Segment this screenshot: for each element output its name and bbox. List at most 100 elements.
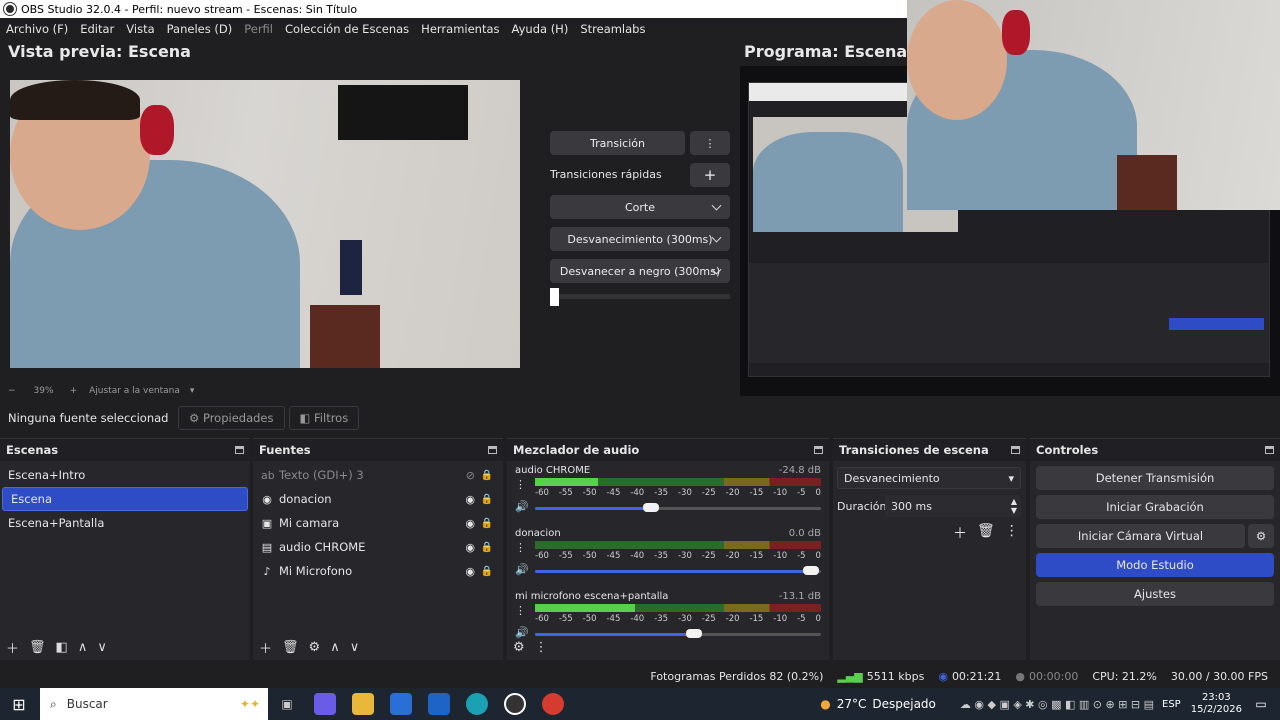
menu-archivo[interactable]: Archivo (F) xyxy=(0,22,74,36)
lock-icon[interactable]: 🔒 xyxy=(481,518,493,529)
scene-item-intro[interactable]: Escena+Intro xyxy=(0,463,250,487)
arrow-up-icon[interactable]: ∧ xyxy=(78,640,88,655)
volume-slider[interactable] xyxy=(535,503,821,512)
task-view-icon[interactable]: ▣ xyxy=(276,693,298,715)
store-icon[interactable] xyxy=(390,693,412,715)
gear-icon[interactable]: ⚙ xyxy=(513,640,525,655)
scale-label: -25 xyxy=(701,614,716,624)
volume-slider[interactable] xyxy=(535,566,821,575)
filters-button[interactable]: ◧ Filtros xyxy=(288,406,360,430)
duration-input[interactable]: 300 ms ▲ ▼ xyxy=(885,495,1021,517)
scene-item-escena[interactable]: Escena xyxy=(2,487,248,511)
trash-icon[interactable]: 🗑 xyxy=(977,523,995,543)
language[interactable]: ESP xyxy=(1162,699,1181,710)
menu-vista[interactable]: Vista xyxy=(120,22,160,36)
menu-ayuda[interactable]: Ayuda (H) xyxy=(506,22,575,36)
arrow-down-icon[interactable]: ∨ xyxy=(350,640,360,655)
more-options-icon[interactable]: ⋮ xyxy=(535,640,548,655)
source-item[interactable]: ▤ audio CHROME ◉ 🔒 xyxy=(253,535,503,559)
clock[interactable]: 23:03 15/2/2026 xyxy=(1191,692,1242,716)
menu-paneles[interactable]: Paneles (D) xyxy=(161,22,239,36)
more-options-icon[interactable]: ⋮ xyxy=(1005,523,1019,543)
eye-icon[interactable]: ◉ xyxy=(465,541,475,554)
undock-icon[interactable] xyxy=(488,446,497,454)
eye-icon[interactable]: ◉ xyxy=(465,565,475,578)
virtual-camera-button[interactable]: Iniciar Cámara Virtual xyxy=(1036,524,1245,548)
menu-streamlabs[interactable]: Streamlabs xyxy=(574,22,651,36)
outlook-icon[interactable] xyxy=(428,693,450,715)
menu-coleccion[interactable]: Colección de Escenas xyxy=(279,22,415,36)
menu-perfil[interactable]: Perfil xyxy=(238,22,279,36)
obs-taskbar-icon[interactable] xyxy=(504,693,526,715)
volume-knob[interactable] xyxy=(803,566,820,575)
more-options-icon[interactable]: ⋮ xyxy=(690,131,730,155)
speaker-icon[interactable]: 🔊 xyxy=(515,563,529,576)
lock-icon[interactable]: 🔒 xyxy=(481,566,493,577)
record-icon: ● xyxy=(1015,669,1025,683)
settings-button[interactable]: Ajustes xyxy=(1036,582,1274,606)
preview-canvas[interactable] xyxy=(10,80,520,368)
transition-select[interactable]: Desvanecimiento ▾ xyxy=(837,467,1021,489)
arrow-down-icon[interactable]: ∨ xyxy=(97,640,107,655)
eye-hidden-icon[interactable]: ⊘ xyxy=(466,469,475,482)
undock-icon[interactable] xyxy=(814,446,823,454)
quick-transition-cut[interactable]: Corte xyxy=(550,195,730,219)
edge-icon[interactable] xyxy=(466,693,488,715)
gear-icon[interactable]: ⚙ xyxy=(309,640,321,655)
copilot-icon[interactable] xyxy=(314,693,336,715)
trash-icon[interactable]: 🗑 xyxy=(29,640,46,655)
scale-label: -35 xyxy=(654,551,669,561)
chrome-icon[interactable] xyxy=(542,693,564,715)
more-options-icon[interactable]: ⋮ xyxy=(515,478,526,491)
properties-button[interactable]: ⚙ Propiedades xyxy=(178,406,285,430)
filter-icon[interactable]: ◧ xyxy=(56,640,68,655)
eye-icon[interactable]: ◉ xyxy=(465,517,475,530)
lock-icon[interactable]: 🔒 xyxy=(481,470,493,481)
source-item[interactable]: ▣ Mi camara ◉ 🔒 xyxy=(253,511,503,535)
webcam-overlay xyxy=(907,0,1280,210)
notification-icon[interactable]: ▭ xyxy=(1250,693,1272,715)
stop-stream-button[interactable]: Detener Transmisión xyxy=(1036,466,1274,490)
transition-button[interactable]: Transición xyxy=(550,131,685,155)
source-item[interactable]: ◉ donacion ◉ 🔒 xyxy=(253,487,503,511)
taskbar-search[interactable]: ⌕ Buscar ✦✦ xyxy=(40,688,268,720)
lock-icon[interactable]: 🔒 xyxy=(481,542,493,553)
chevron-down-icon[interactable]: ▾ xyxy=(190,386,195,396)
source-item[interactable]: ♪ Mi Microfono ◉ 🔒 xyxy=(253,559,503,583)
lock-icon[interactable]: 🔒 xyxy=(481,494,493,505)
add-icon[interactable]: ＋ xyxy=(953,523,967,543)
speaker-icon[interactable]: 🔊 xyxy=(515,500,529,513)
file-explorer-icon[interactable] xyxy=(352,693,374,715)
quick-transition-fade-black[interactable]: Desvanecer a negro (300ms) xyxy=(550,259,730,283)
undock-icon[interactable] xyxy=(1011,446,1020,454)
add-icon[interactable]: ＋ xyxy=(6,638,19,657)
trash-icon[interactable]: 🗑 xyxy=(282,640,299,655)
scene-item-pantalla[interactable]: Escena+Pantalla xyxy=(0,511,250,535)
source-item[interactable]: ab Texto (GDI+) 3 ⊘ 🔒 xyxy=(253,463,503,487)
zoom-out-button[interactable]: − xyxy=(8,386,16,396)
studio-mode-button[interactable]: Modo Estudio xyxy=(1036,553,1274,577)
windows-start-icon[interactable]: ⊞ xyxy=(8,693,30,715)
t-bar-handle[interactable] xyxy=(550,288,559,306)
more-options-icon[interactable]: ⋮ xyxy=(515,604,526,617)
t-bar-track[interactable] xyxy=(550,288,730,306)
add-quick-transition-button[interactable]: + xyxy=(690,163,730,187)
fit-window[interactable]: Ajustar a la ventana xyxy=(89,386,180,396)
undock-icon[interactable] xyxy=(1265,446,1274,454)
system-tray[interactable]: ☁ ◉ ◆ ▣ ◈ ✱ ◎ ▩ ◧ ▥ ⊙ ⊕ ⊞ ⊟ ▤ xyxy=(960,698,1154,711)
volume-knob[interactable] xyxy=(643,503,660,512)
quick-transition-fade[interactable]: Desvanecimiento (300ms) xyxy=(550,227,730,251)
menu-editar[interactable]: Editar xyxy=(74,22,120,36)
zoom-in-button[interactable]: + xyxy=(70,386,78,396)
more-options-icon[interactable]: ⋮ xyxy=(515,541,526,554)
undock-icon[interactable] xyxy=(235,446,244,454)
start-recording-button[interactable]: Iniciar Grabación xyxy=(1036,495,1274,519)
eye-icon[interactable]: ◉ xyxy=(465,493,475,506)
arrow-up-icon[interactable]: ∧ xyxy=(330,640,340,655)
weather-widget[interactable]: ● 27°C Despejado xyxy=(820,697,936,711)
add-icon[interactable]: ＋ xyxy=(259,638,272,657)
spinner-icon[interactable]: ▲ ▼ xyxy=(1011,497,1017,515)
menu-herramientas[interactable]: Herramientas xyxy=(415,22,505,36)
sources-header: Fuentes xyxy=(253,439,503,461)
virtual-camera-settings[interactable]: ⚙ xyxy=(1248,524,1274,548)
